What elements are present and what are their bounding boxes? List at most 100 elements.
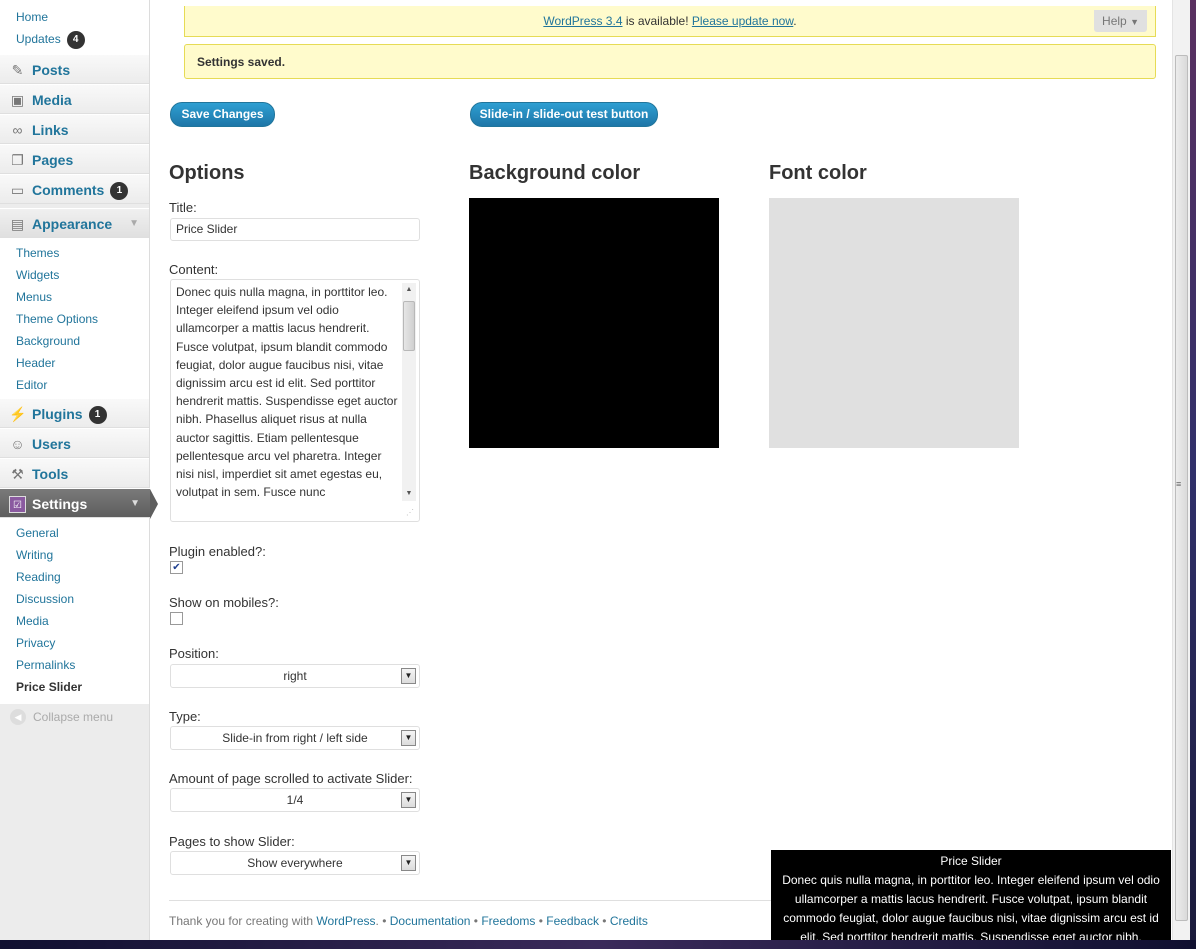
font-color-swatch[interactable] [769,198,1019,448]
sidebar-item-price-slider[interactable]: Price Slider [0,676,149,698]
wordpress-version-link[interactable]: WordPress 3.4 [543,14,622,28]
update-notice-text: is available! [622,14,692,28]
scrollbar-grip-icon: ≡ [1176,479,1182,489]
title-label: Title: [169,200,197,215]
slider-text: Donec quis nulla magna, in porttitor leo… [782,873,1160,940]
help-tab[interactable]: Help ▼ [1094,10,1147,32]
sidebar-item-media[interactable]: ▣ Media [0,84,149,114]
sidebar-item-links[interactable]: ∞ Links [0,114,149,144]
sidebar-item-general[interactable]: General [0,522,149,544]
price-slider-preview: Price Slider Donec quis nulla magna, in … [771,850,1171,940]
type-select[interactable]: Slide-in from right / left side ▼ [170,726,420,750]
sidebar-item-header[interactable]: Header [0,352,149,374]
update-notice-period: . [793,14,797,28]
background-color-swatch[interactable] [469,198,719,448]
pages-select[interactable]: Show everywhere ▼ [170,851,420,875]
show-mobiles-checkbox[interactable] [170,612,183,625]
tools-icon: ⚒ [11,466,24,482]
type-value: Slide-in from right / left side [222,731,368,745]
chevron-down-icon[interactable]: ▼ [129,209,139,239]
sidebar-item-label: Settings [32,496,88,512]
feedback-link[interactable]: Feedback [546,914,599,928]
wordpress-link[interactable]: WordPress [316,914,375,928]
pages-label: Pages to show Slider: [169,834,295,849]
sidebar-item-appearance[interactable]: ▤ Appearance ▼ [0,208,149,238]
sidebar-item-updates[interactable]: Updates 4 [0,28,149,50]
sidebar-item-privacy[interactable]: Privacy [0,632,149,654]
sidebar-item-label: Appearance [32,216,113,232]
plug-icon: ⚡ [9,406,27,422]
collapse-arrow-icon: ◀ [10,709,26,725]
position-select[interactable]: right ▼ [170,664,420,688]
content-textarea[interactable]: Donec quis nulla magna, in porttitor leo… [170,279,420,522]
sidebar-item-label: Pages [32,152,74,168]
scroll-amount-select[interactable]: 1/4 ▼ [170,788,420,812]
sidebar-item-comments[interactable]: ▭ Comments 1 [0,174,149,204]
sidebar-item-pages[interactable]: ❐ Pages [0,144,149,174]
slider-title: Price Slider [940,854,1002,868]
chevron-down-icon[interactable]: ▼ [130,489,140,519]
sidebar-item-label: Tools [32,466,69,482]
scroll-up-icon[interactable]: ▲ [402,283,416,297]
sidebar-item-permalinks[interactable]: Permalinks [0,654,149,676]
dropdown-arrow-icon: ▼ [401,668,416,684]
documentation-link[interactable]: Documentation [390,914,471,928]
sidebar-item-plugins[interactable]: ⚡ Plugins 1 [0,398,149,428]
freedoms-link[interactable]: Freedoms [481,914,535,928]
appearance-icon: ▤ [10,216,25,232]
position-value: right [283,669,307,683]
update-now-link[interactable]: Please update now [692,14,793,28]
sidebar-item-background[interactable]: Background [0,330,149,352]
save-changes-button[interactable]: Save Changes [170,102,275,127]
sidebar-item-posts[interactable]: ✎ Posts [0,54,149,84]
sidebar-item-home[interactable]: Home [0,6,149,28]
sidebar-item-discussion[interactable]: Discussion [0,588,149,610]
sidebar-item-users[interactable]: ☺ Users [0,428,149,458]
sidebar-item-menus[interactable]: Menus [0,286,149,308]
plugins-count-badge: 1 [88,406,107,425]
pushpin-icon: ✎ [11,62,24,78]
scrollbar-thumb[interactable] [403,301,415,351]
sidebar-item-settings[interactable]: ☑ Settings ▼ [0,488,158,519]
options-heading: Options [169,162,245,184]
resize-grip-icon[interactable]: ⋰ [406,508,416,518]
settings-submenu: General Writing Reading Discussion Media… [0,518,149,704]
sidebar-item-theme-options[interactable]: Theme Options [0,308,149,330]
scroll-amount-label: Amount of page scrolled to activate Slid… [169,771,413,786]
slide-test-button[interactable]: Slide-in / slide-out test button [470,102,658,127]
sidebar-item-editor[interactable]: Editor [0,374,149,396]
content-text: Donec quis nulla magna, in porttitor leo… [176,285,398,500]
sidebar-item-reading[interactable]: Reading [0,566,149,588]
sidebar-item-widgets[interactable]: Widgets [0,264,149,286]
scroll-amount-value: 1/4 [286,793,304,807]
window-frame-right [1190,0,1196,949]
plugin-enabled-label: Plugin enabled?: [169,544,266,559]
sidebar-item-writing[interactable]: Writing [0,544,149,566]
main-content: WordPress 3.4 is available! Please updat… [150,0,1170,940]
sidebar-item-label: Links [32,122,69,138]
textarea-scrollbar[interactable]: ▲ ▼ [402,283,416,501]
pages-icon: ❐ [11,152,24,168]
title-input[interactable]: Price Slider [170,218,420,241]
collapse-menu-button[interactable]: ◀ Collapse menu [0,704,149,730]
position-label: Position: [169,646,219,661]
sidebar-item-themes[interactable]: Themes [0,242,149,264]
help-label: Help [1102,14,1127,28]
credits-link[interactable]: Credits [610,914,648,928]
type-label: Type: [169,709,201,724]
settings-icon: ☑ [9,496,26,513]
footer-separator: . • [375,914,390,928]
checkmark-icon: ✔ [172,562,181,573]
dashboard-submenu: Home Updates 4 [0,0,149,54]
scroll-down-icon[interactable]: ▼ [402,487,416,501]
media-icon: ▣ [10,92,25,108]
plugin-enabled-checkbox[interactable]: ✔ [170,561,183,574]
users-icon: ☺ [10,436,25,452]
collapse-menu-label: Collapse menu [33,710,114,724]
content-label: Content: [169,262,219,277]
appearance-submenu: Themes Widgets Menus Theme Options Backg… [0,238,149,398]
sidebar-item-label: Plugins [32,406,83,422]
sidebar-item-media-settings[interactable]: Media [0,610,149,632]
sidebar-item-tools[interactable]: ⚒ Tools [0,458,149,488]
page-scrollbar[interactable]: ≡ [1172,0,1190,940]
